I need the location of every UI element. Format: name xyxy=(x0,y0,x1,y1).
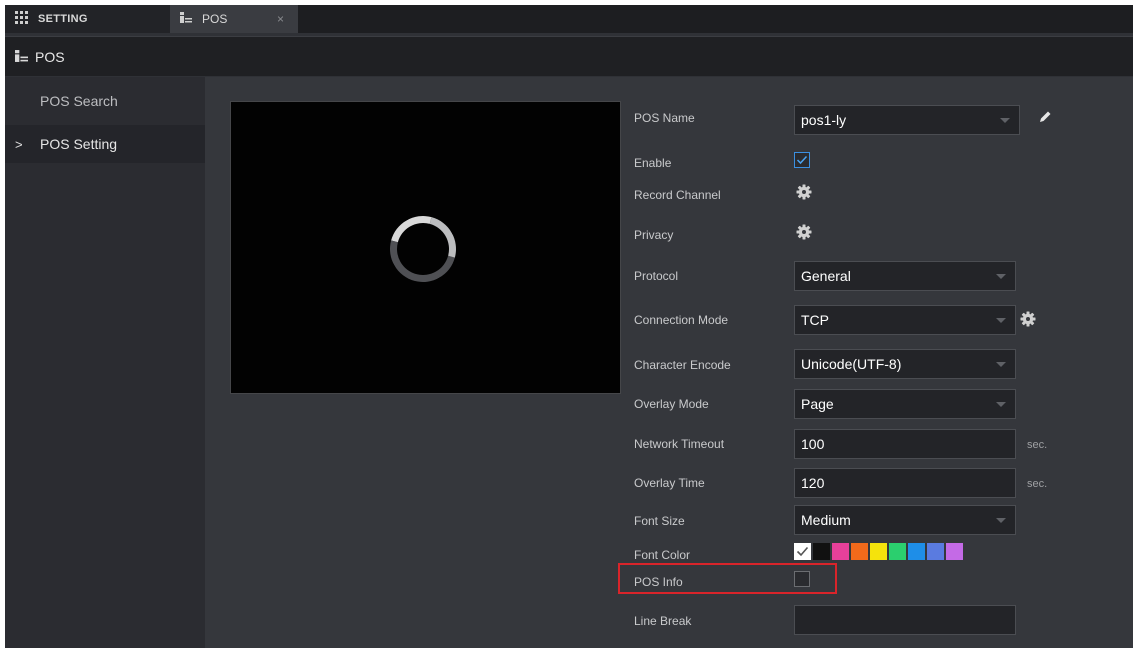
loading-spinner-icon xyxy=(377,203,469,295)
connection-mode-select[interactable]: TCP xyxy=(794,305,1016,335)
tab-setting[interactable]: SETTING xyxy=(5,5,170,33)
font-color-swatch[interactable] xyxy=(851,543,868,560)
main-content: POS Name pos1-ly Enable Record Channel P… xyxy=(205,77,1133,648)
page-header: POS xyxy=(5,36,1133,76)
sidebar-item-pos-setting[interactable]: > POS Setting xyxy=(5,125,205,163)
chevron-down-icon xyxy=(1000,118,1010,123)
sidebar-item-pos-search[interactable]: POS Search xyxy=(5,82,205,120)
gear-icon[interactable] xyxy=(1020,311,1036,327)
font-size-value: Medium xyxy=(801,512,851,528)
tab-pos-label: POS xyxy=(202,12,228,26)
chevron-down-icon xyxy=(996,518,1006,523)
network-timeout-value: 100 xyxy=(801,436,825,452)
edit-icon[interactable] xyxy=(1038,110,1052,124)
font-color-swatch[interactable] xyxy=(813,543,830,560)
gear-icon[interactable] xyxy=(796,224,812,240)
checkmark-icon xyxy=(796,155,808,165)
pos-name-value: pos1-ly xyxy=(801,112,847,128)
font-color-swatch[interactable] xyxy=(927,543,944,560)
connection-mode-value: TCP xyxy=(801,312,829,328)
overlay-time-input[interactable]: 120 xyxy=(794,468,1016,498)
character-encode-label: Character Encode xyxy=(634,358,731,372)
character-encode-value: Unicode(UTF-8) xyxy=(801,356,902,372)
protocol-label: Protocol xyxy=(634,269,679,283)
connection-mode-label: Connection Mode xyxy=(634,313,729,327)
overlay-time-label: Overlay Time xyxy=(634,476,705,490)
network-timeout-unit: sec. xyxy=(1027,439,1048,451)
protocol-select[interactable]: General xyxy=(794,261,1016,291)
font-color-swatch[interactable] xyxy=(870,543,887,560)
tab-bar: SETTING POS × xyxy=(5,5,1133,33)
app-window: SETTING POS × POS POS Search > POS Setti… xyxy=(5,5,1133,648)
page-title: POS xyxy=(35,48,65,65)
font-size-label: Font Size xyxy=(634,514,685,528)
overlay-mode-value: Page xyxy=(801,396,834,412)
overlay-time-unit: sec. xyxy=(1027,478,1048,490)
line-break-label: Line Break xyxy=(634,614,692,628)
highlight-box xyxy=(618,563,837,594)
font-color-label: Font Color xyxy=(634,548,691,562)
network-timeout-label: Network Timeout xyxy=(634,437,725,451)
gear-icon[interactable] xyxy=(796,184,812,200)
font-color-swatch[interactable] xyxy=(794,543,811,560)
overlay-time-value: 120 xyxy=(801,475,825,491)
network-timeout-input[interactable]: 100 xyxy=(794,429,1016,459)
enable-checkbox[interactable] xyxy=(794,152,810,168)
chevron-down-icon xyxy=(996,362,1006,367)
close-icon[interactable]: × xyxy=(277,12,284,26)
font-color-swatch[interactable] xyxy=(908,543,925,560)
record-channel-label: Record Channel xyxy=(634,188,721,202)
sidebar-item-label: POS Search xyxy=(40,93,118,109)
tab-setting-label: SETTING xyxy=(38,13,88,25)
tab-pos[interactable]: POS × xyxy=(170,5,298,33)
overlay-mode-label: Overlay Mode xyxy=(634,397,709,411)
pos-name-select[interactable]: pos1-ly xyxy=(794,105,1020,135)
sidebar: POS Search > POS Setting xyxy=(5,77,205,648)
pos-terminal-icon xyxy=(180,12,192,26)
font-color-swatch[interactable] xyxy=(832,543,849,560)
pos-terminal-icon xyxy=(15,49,28,65)
protocol-value: General xyxy=(801,268,851,284)
chevron-right-icon: > xyxy=(15,136,23,152)
font-size-select[interactable]: Medium xyxy=(794,505,1016,535)
video-preview xyxy=(230,101,621,394)
line-break-input[interactable] xyxy=(794,605,1016,635)
font-color-swatch[interactable] xyxy=(946,543,963,560)
enable-label: Enable xyxy=(634,156,672,170)
chevron-down-icon xyxy=(996,274,1006,279)
font-color-swatch[interactable] xyxy=(889,543,906,560)
grid-icon xyxy=(15,11,28,27)
chevron-down-icon xyxy=(996,318,1006,323)
pos-name-label: POS Name xyxy=(634,111,695,125)
chevron-down-icon xyxy=(996,402,1006,407)
character-encode-select[interactable]: Unicode(UTF-8) xyxy=(794,349,1016,379)
overlay-mode-select[interactable]: Page xyxy=(794,389,1016,419)
sidebar-item-label: POS Setting xyxy=(40,136,118,152)
checkmark-icon xyxy=(796,546,809,557)
privacy-label: Privacy xyxy=(634,228,674,242)
